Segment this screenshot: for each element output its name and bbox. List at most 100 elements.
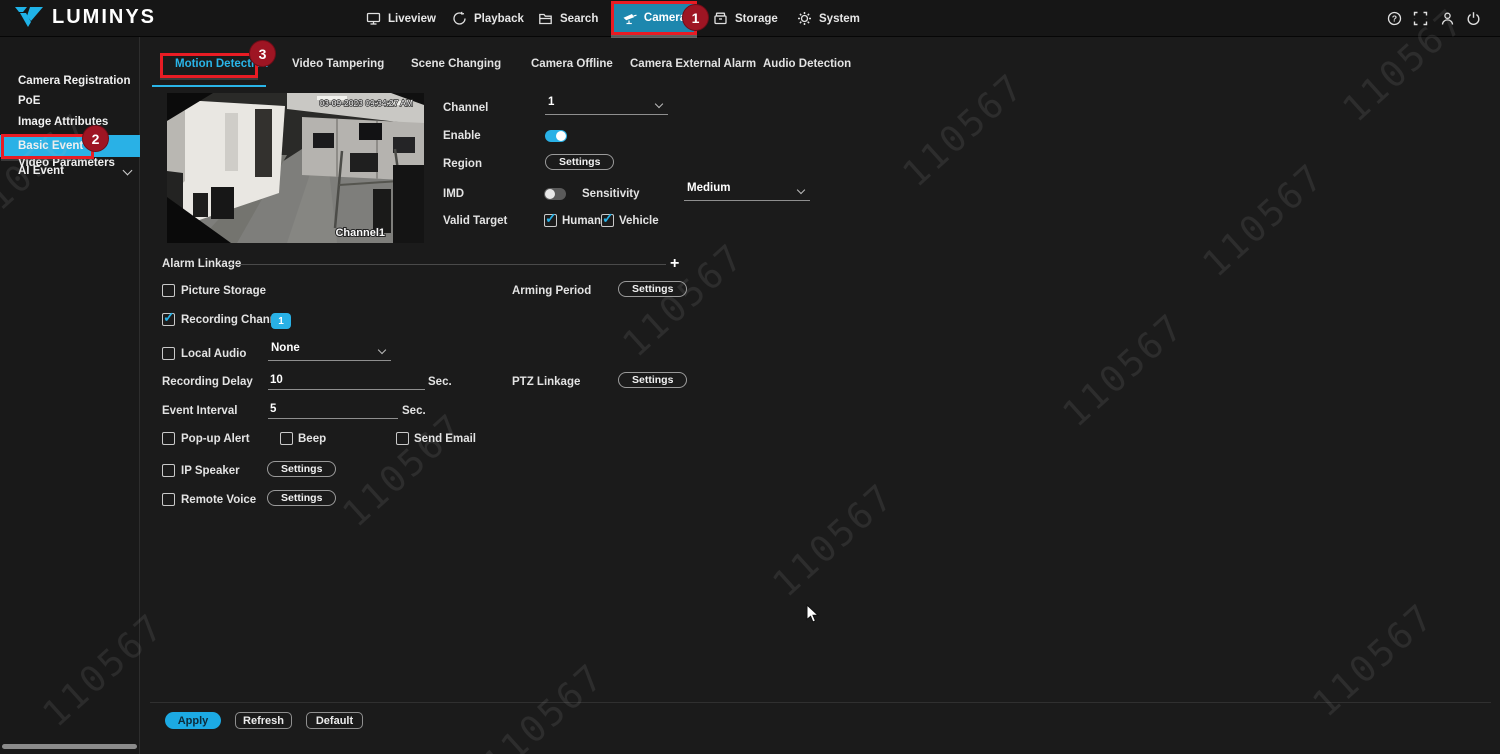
annotation-step-2: 2 — [82, 125, 109, 152]
chevron-down-icon — [796, 185, 806, 195]
nav-item-search[interactable]: Search — [538, 0, 598, 37]
sidebar-item-poe[interactable]: PoE — [0, 91, 140, 112]
annotation-step-number: 3 — [258, 45, 267, 62]
watermark: 110567 — [765, 475, 903, 606]
tab-scene-changing[interactable]: Scene Changing — [411, 58, 501, 70]
sidebar-item-ai-event[interactable]: AI Event — [0, 161, 140, 182]
monitor-icon — [366, 11, 381, 26]
camera-preview: 03-09-2023 09:34:27 AM Channel1 — [167, 93, 424, 243]
nav-item-playback[interactable]: Playback — [452, 0, 524, 37]
human-checkbox[interactable] — [544, 210, 557, 227]
nav-item-storage[interactable]: Storage — [713, 0, 778, 37]
sidebar-item-label: AI Event — [18, 165, 65, 177]
default-button[interactable]: Default — [306, 712, 363, 729]
cctv-camera-icon — [622, 11, 638, 26]
local-audio-value: None — [271, 342, 300, 354]
active-tab-underline — [152, 85, 266, 87]
event-interval-unit: Sec. — [402, 405, 426, 417]
nav-label: Storage — [735, 12, 778, 25]
popup-alert-checkbox[interactable] — [162, 432, 175, 445]
footer-divider — [150, 702, 1491, 703]
tab-audio-detection[interactable]: Audio Detection — [763, 58, 851, 70]
vehicle-checkbox[interactable] — [601, 210, 614, 227]
local-audio-checkbox[interactable] — [162, 347, 175, 360]
chevron-down-icon — [377, 345, 387, 355]
ip-speaker-checkbox[interactable] — [162, 464, 175, 477]
brand-logo: LUMINYS — [14, 5, 156, 29]
imd-toggle[interactable] — [544, 188, 566, 200]
ptz-linkage-label: PTZ Linkage — [512, 376, 581, 388]
nav-item-liveview[interactable]: Liveview — [366, 0, 436, 37]
recording-channel-badge: 1 — [271, 313, 291, 329]
sensitivity-dropdown[interactable]: Medium — [684, 182, 810, 201]
recording-delay-label: Recording Delay — [162, 376, 253, 388]
add-linkage-icon[interactable]: + — [670, 256, 679, 272]
watermark: 110567 — [475, 655, 613, 754]
playback-icon — [452, 11, 467, 26]
power-icon[interactable] — [1466, 11, 1481, 26]
beep-label: Beep — [298, 433, 327, 445]
annotation-box-basic-event — [1, 134, 94, 159]
beep-checkbox[interactable] — [280, 432, 293, 445]
nav-label: System — [819, 12, 860, 25]
ip-speaker-settings-button[interactable]: Settings — [267, 461, 337, 477]
watermark: 110567 — [1195, 155, 1333, 286]
popup-alert-label: Pop-up Alert — [181, 433, 250, 445]
annotation-step-number: 2 — [91, 130, 100, 147]
sidebar-horizontal-scrollbar[interactable] — [2, 744, 137, 749]
nav-label: Camera — [643, 12, 687, 24]
recording-channel-checkbox[interactable] — [162, 309, 175, 326]
watermark: 110567 — [895, 65, 1033, 196]
arming-period-label: Arming Period — [512, 285, 592, 297]
app-root: LUMINYS Liveview Playback Search Camera … — [0, 0, 1500, 754]
storage-box-icon — [713, 11, 728, 26]
arming-period-settings-button[interactable]: Settings — [618, 281, 688, 297]
apply-button[interactable]: Apply — [165, 712, 221, 729]
tab-label: Audio Detection — [763, 58, 852, 70]
tab-camera-external-alarm[interactable]: Camera External Alarm — [630, 58, 756, 70]
nav-label: Search — [560, 12, 599, 25]
send-email-checkbox[interactable] — [396, 432, 409, 445]
refresh-button[interactable]: Refresh — [235, 712, 292, 729]
preview-channel-label: Channel1 — [335, 227, 385, 239]
user-icon[interactable] — [1440, 11, 1455, 26]
gear-icon — [797, 11, 812, 26]
region-settings-button[interactable]: Settings — [545, 154, 615, 170]
nav-label: Liveview — [388, 12, 436, 25]
ptz-linkage-settings-button[interactable]: Settings — [618, 372, 688, 388]
tab-camera-offline[interactable]: Camera Offline — [531, 58, 613, 70]
tab-label: Scene Changing — [411, 58, 502, 70]
remote-voice-settings-button[interactable]: Settings — [267, 490, 337, 506]
chevron-down-icon — [122, 165, 133, 176]
sensitivity-value: Medium — [687, 182, 731, 194]
help-icon[interactable]: ? — [1387, 11, 1402, 26]
sidebar-item-camera-registration[interactable]: Camera Registration — [0, 71, 140, 92]
channel-dropdown[interactable]: 1 — [545, 96, 668, 115]
nav-item-system[interactable]: System — [797, 0, 860, 37]
tab-video-tampering[interactable]: Video Tampering — [292, 58, 384, 70]
enable-label: Enable — [443, 130, 481, 142]
sidebar-item-image-attributes[interactable]: Image Attributes — [0, 112, 140, 133]
event-interval-label: Event Interval — [162, 405, 238, 417]
watermark: 110567 — [615, 235, 753, 366]
remote-voice-checkbox[interactable] — [162, 493, 175, 506]
watermark: 110567 — [1305, 595, 1443, 726]
region-label: Region — [443, 158, 482, 170]
mouse-cursor — [806, 604, 819, 623]
svg-text:?: ? — [1392, 14, 1397, 24]
recording-delay-input[interactable] — [268, 371, 425, 390]
sidebar-item-label: PoE — [18, 95, 41, 107]
luminys-logo-icon — [14, 5, 44, 29]
fullscreen-icon[interactable] — [1413, 11, 1428, 26]
local-audio-dropdown[interactable]: None — [268, 342, 391, 361]
tab-label: Camera Offline — [531, 58, 613, 70]
recording-delay-unit: Sec. — [428, 376, 452, 388]
tab-label: Camera External Alarm — [630, 58, 757, 70]
folder-search-icon — [538, 11, 553, 26]
event-interval-input[interactable] — [268, 400, 398, 419]
channel-label: Channel — [443, 102, 489, 114]
picture-storage-checkbox[interactable] — [162, 284, 175, 297]
enable-toggle[interactable] — [545, 130, 567, 142]
watermark: 110567 — [335, 405, 473, 536]
send-email-label: Send Email — [414, 433, 476, 445]
